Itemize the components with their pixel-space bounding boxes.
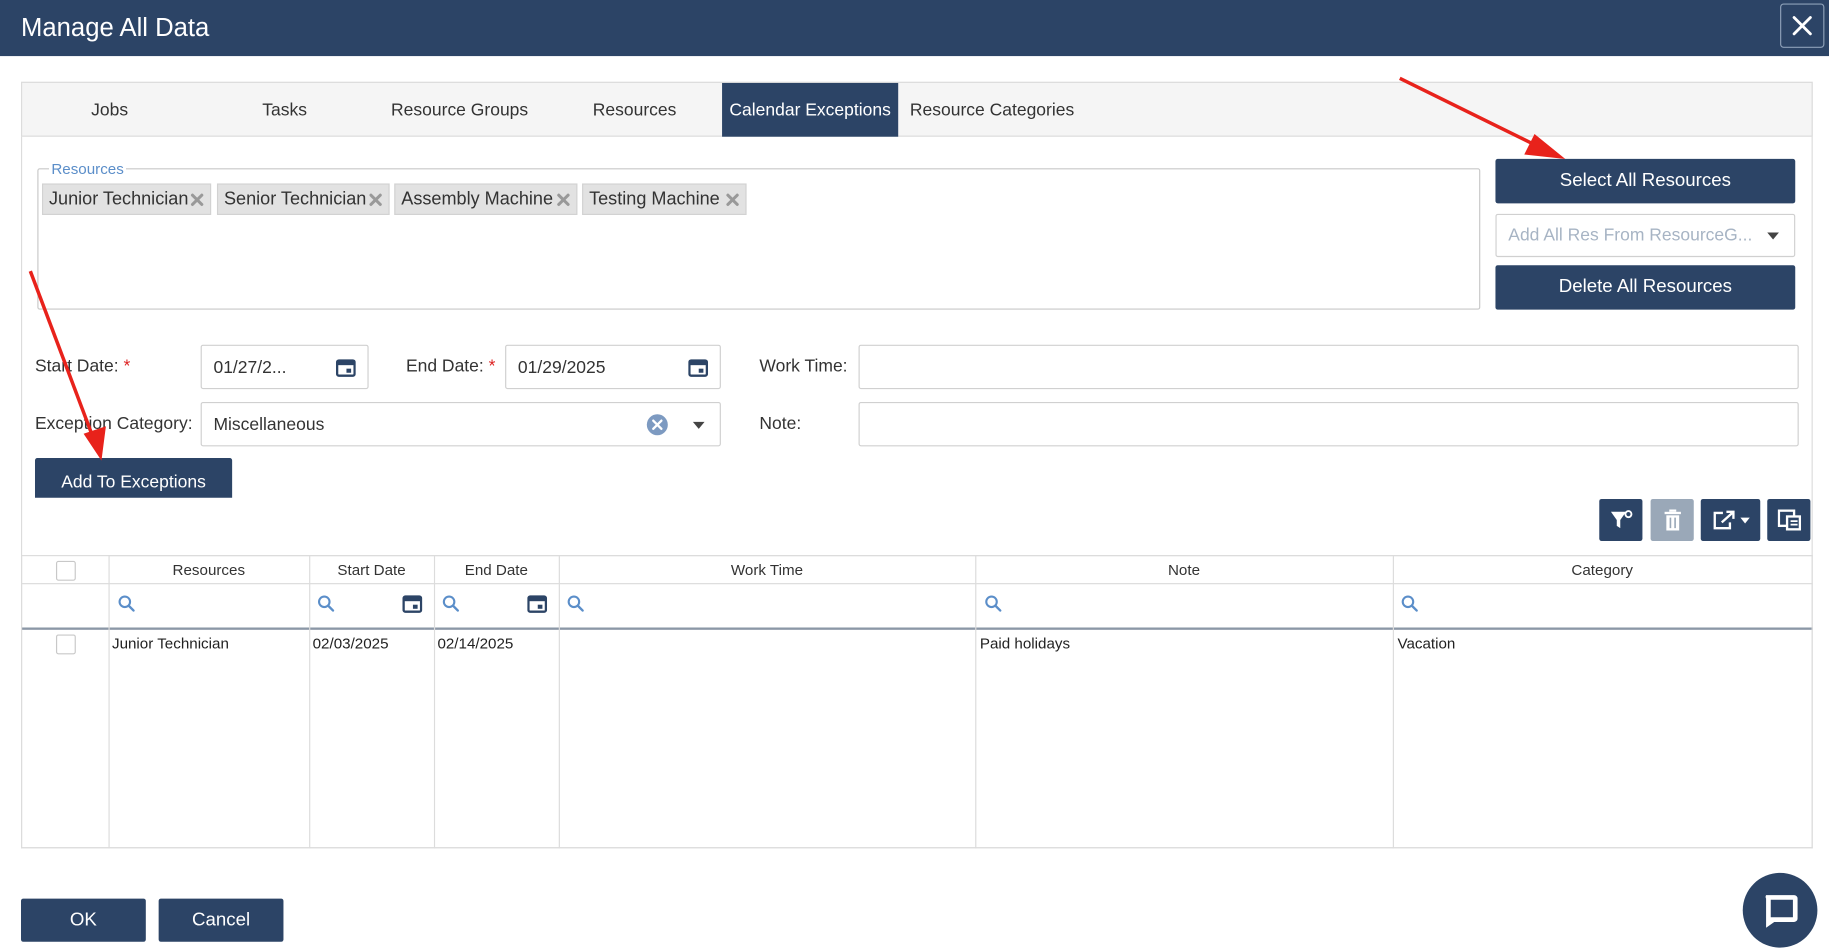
annotation-arrow [28,76,1566,461]
annotation-arrows [28,76,1566,461]
